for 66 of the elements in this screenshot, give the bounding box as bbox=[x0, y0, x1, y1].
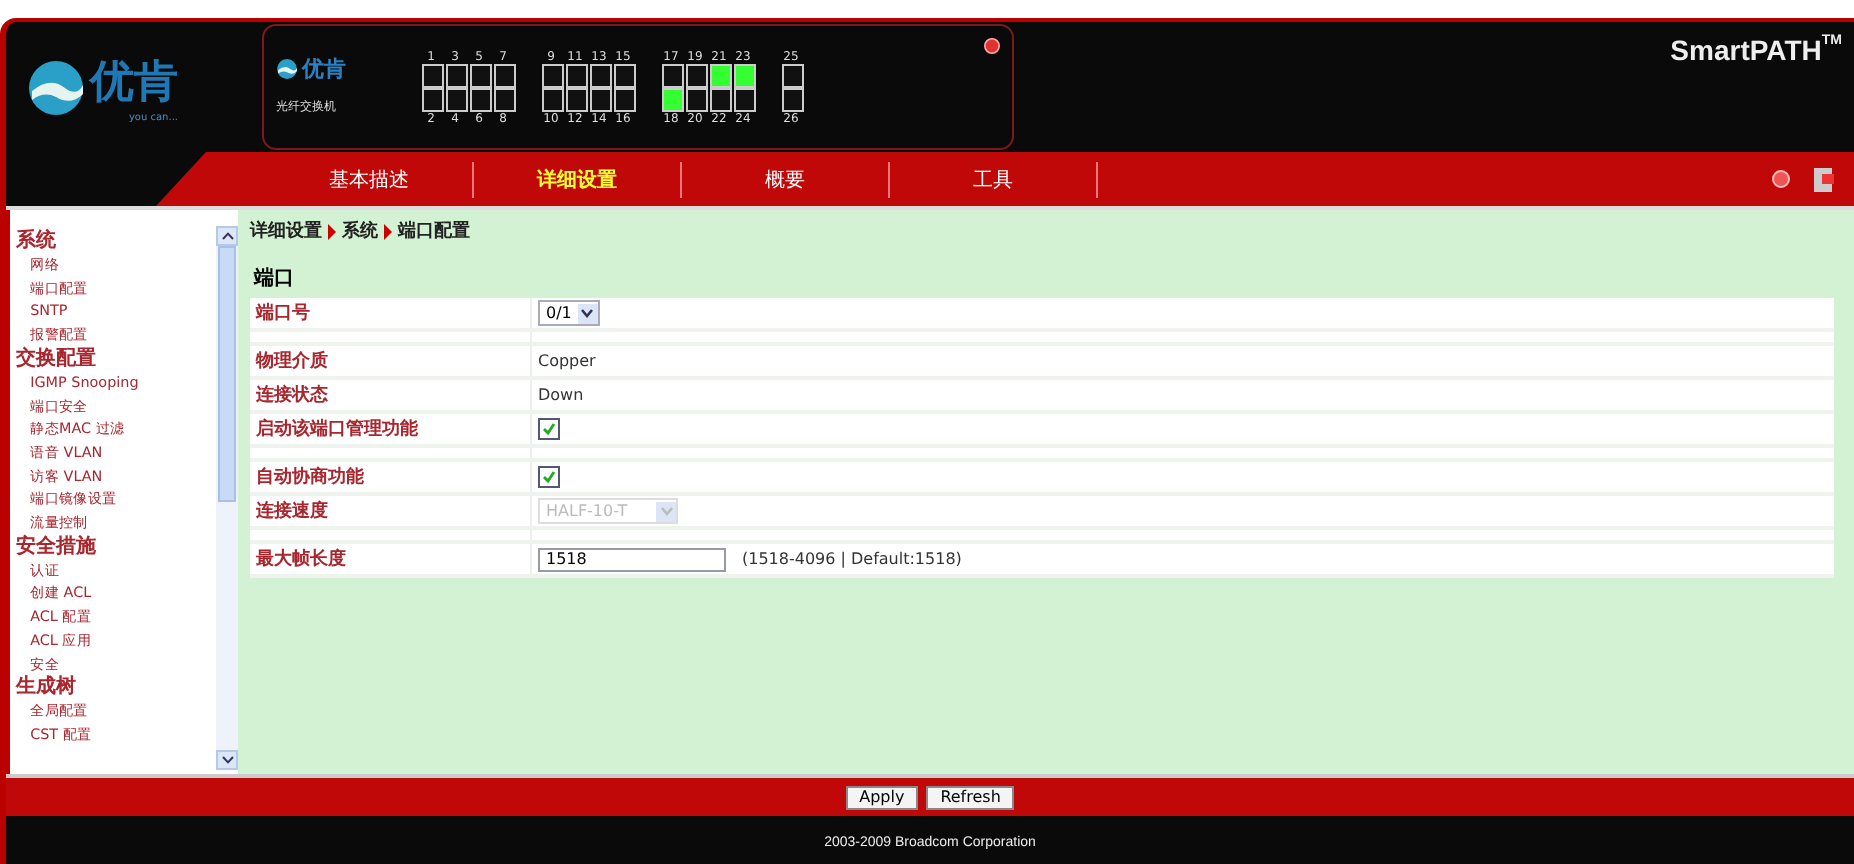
port-icon[interactable] bbox=[590, 87, 612, 111]
sidebar-group[interactable]: 系统 bbox=[10, 230, 216, 254]
input-field[interactable]: 1518 bbox=[538, 547, 726, 571]
help-icon[interactable] bbox=[984, 38, 1000, 54]
port-icon[interactable] bbox=[422, 63, 444, 87]
port-icon[interactable] bbox=[422, 87, 444, 111]
nav-tab[interactable]: 概要 bbox=[682, 161, 890, 197]
nav-tab[interactable]: 详细设置 bbox=[474, 161, 682, 197]
port-icon[interactable] bbox=[542, 87, 564, 111]
port-icon[interactable] bbox=[734, 87, 756, 111]
arrow-icon bbox=[384, 223, 392, 239]
scrollbar[interactable] bbox=[216, 226, 238, 770]
nav-tab[interactable]: 工具 bbox=[890, 161, 1098, 197]
logo-swirl-icon bbox=[276, 58, 298, 80]
port-icon[interactable] bbox=[662, 63, 684, 87]
sidebar-group[interactable]: 生成树 bbox=[10, 676, 216, 701]
caret-icon bbox=[580, 308, 595, 318]
port-icon[interactable] bbox=[494, 87, 516, 111]
logout-icon[interactable] bbox=[1814, 167, 1834, 191]
port-icon[interactable] bbox=[470, 63, 492, 87]
port-icon[interactable] bbox=[710, 63, 732, 87]
field-value: Down bbox=[538, 385, 584, 403]
port-icon[interactable] bbox=[470, 87, 492, 111]
port-icon[interactable] bbox=[734, 63, 756, 87]
breadcrumb-item[interactable]: 端口配置 bbox=[398, 218, 470, 244]
sidebar-group[interactable]: 安全措施 bbox=[10, 535, 216, 560]
scroll-up-icon[interactable] bbox=[221, 232, 233, 240]
port-icon[interactable] bbox=[686, 63, 708, 87]
sidebar-group[interactable]: 交换配置 bbox=[10, 347, 216, 372]
port-icon[interactable] bbox=[590, 63, 612, 87]
field-value: Copper bbox=[538, 351, 596, 369]
port-icon[interactable] bbox=[566, 87, 588, 111]
action-button[interactable]: Refresh bbox=[926, 785, 1015, 809]
port-icon[interactable] bbox=[614, 63, 636, 87]
breadcrumb-item[interactable]: 系统 bbox=[342, 218, 378, 244]
port-icon[interactable] bbox=[446, 87, 468, 111]
field-label: 连接速度 bbox=[256, 502, 328, 522]
field-label: 连接状态 bbox=[256, 386, 328, 406]
port-icon[interactable] bbox=[614, 87, 636, 111]
field-label: 最大帧长度 bbox=[256, 550, 346, 570]
port-icon[interactable] bbox=[782, 63, 804, 87]
port-icon[interactable] bbox=[542, 63, 564, 87]
device-logo: 优肯 bbox=[302, 54, 346, 84]
field-label: 端口号 bbox=[256, 304, 310, 324]
port-icon[interactable] bbox=[782, 87, 804, 111]
port-icon[interactable] bbox=[566, 63, 588, 87]
section-title: 端口 bbox=[254, 265, 296, 292]
field-label: 自动协商功能 bbox=[256, 468, 364, 488]
checkbox[interactable] bbox=[538, 417, 560, 439]
checkbox[interactable] bbox=[538, 465, 560, 487]
port-icon[interactable] bbox=[494, 63, 516, 87]
nav-tab[interactable]: 基本描述 bbox=[266, 161, 474, 197]
port-icon[interactable] bbox=[710, 87, 732, 111]
breadcrumb-item[interactable]: 详细设置 bbox=[250, 218, 322, 244]
logo-name: 优肯 bbox=[90, 57, 178, 107]
port-icon[interactable] bbox=[686, 87, 708, 111]
dropdown[interactable]: 0/1 bbox=[538, 300, 600, 326]
logo-swirl-icon bbox=[26, 57, 86, 117]
field-label: 启动该端口管理功能 bbox=[256, 420, 418, 440]
range-hint: (1518-4096 | Default:1518) bbox=[742, 550, 962, 568]
scroll-down-icon[interactable] bbox=[221, 756, 233, 764]
caret-icon bbox=[659, 506, 673, 516]
port-icon[interactable] bbox=[446, 63, 468, 87]
action-button[interactable]: Apply bbox=[845, 785, 919, 809]
field-label: 物理介质 bbox=[256, 352, 328, 372]
arrow-icon bbox=[328, 223, 336, 239]
